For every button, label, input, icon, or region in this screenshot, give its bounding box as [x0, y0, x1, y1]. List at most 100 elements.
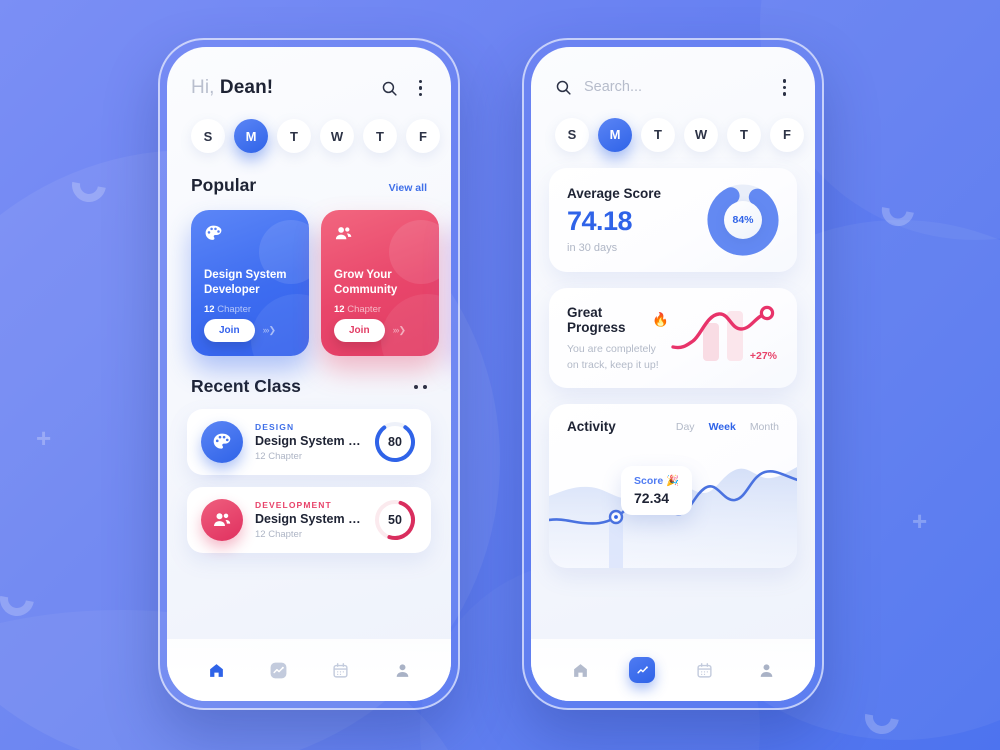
activity-title: Activity: [567, 419, 616, 435]
nav-profile-icon[interactable]: [753, 657, 779, 683]
chart-tooltip: Score 🎉 72.34: [621, 466, 693, 516]
greeting-prefix: Hi,: [191, 77, 215, 98]
activity-range-tabs: Day Week Month: [676, 421, 779, 433]
average-score-subtitle: in 30 days: [567, 241, 618, 254]
card-chapters: 12 Chapter: [334, 304, 426, 315]
great-progress-sparkline: +27%: [669, 303, 781, 362]
right-screen: Search... S M T W T F Average Score 74.1…: [531, 47, 815, 701]
average-score-value: 74.18: [567, 205, 633, 236]
left-bottom-nav: [167, 639, 451, 701]
join-button[interactable]: Join: [204, 319, 255, 342]
people-icon: [334, 224, 426, 248]
nav-profile-icon[interactable]: [389, 657, 415, 683]
progress-ring: 50: [373, 498, 417, 542]
header-actions: [381, 78, 428, 99]
greeting-name: Dean!: [219, 77, 274, 98]
day-chip-4[interactable]: T: [363, 119, 397, 153]
bg-plus-icon: +: [912, 506, 928, 536]
card-footer: Join ›››❯: [334, 319, 426, 342]
recent-class-chapters: 12 Chapter: [255, 451, 303, 462]
average-score-donut: 84%: [707, 184, 779, 256]
search-input[interactable]: Search...: [555, 79, 642, 96]
chart-highlight-dot-core: [614, 515, 618, 519]
chevrons-icon: ›››❯: [392, 325, 407, 335]
people-icon: [201, 499, 243, 541]
right-header: Search...: [531, 47, 815, 98]
nav-calendar-icon[interactable]: [327, 657, 353, 683]
card-chapters: 12 Chapter: [204, 304, 296, 315]
nav-chart-icon[interactable]: [629, 657, 655, 683]
phone-right: Search... S M T W T F Average Score 74.1…: [522, 38, 824, 710]
card-chapters-label: Chapter: [217, 304, 252, 316]
day-chip-2[interactable]: T: [277, 119, 311, 153]
day-chip-0[interactable]: S: [191, 119, 225, 153]
great-progress-description: You are completely on track, keep it up!: [567, 342, 659, 371]
great-progress-delta: +27%: [749, 349, 777, 362]
day-chip-1[interactable]: M: [598, 117, 632, 152]
more-horizontal-icon[interactable]: [414, 384, 427, 389]
right-day-selector: S M T W T F: [531, 98, 815, 152]
day-chip-1[interactable]: M: [234, 119, 268, 153]
tooltip-label: Score: [634, 474, 664, 487]
tooltip-value: 72.34: [634, 490, 670, 507]
search-placeholder: Search...: [584, 79, 643, 96]
more-vertical-icon[interactable]: [778, 77, 792, 98]
progress-ring: 80: [373, 420, 417, 464]
day-chip-3[interactable]: W: [684, 117, 718, 152]
tab-month[interactable]: Month: [750, 421, 779, 433]
nav-chart-icon[interactable]: [265, 657, 291, 683]
day-chip-2[interactable]: T: [641, 117, 675, 152]
card-title: Grow Your Community: [334, 269, 398, 297]
card-chapters-count: 12: [334, 304, 345, 316]
left-screen: Hi, Dean! S M T W T F Popular View all D…: [167, 47, 451, 701]
popular-title: Popular: [191, 175, 257, 195]
popular-card-1[interactable]: Grow Your Community 12 Chapter Join ›››❯: [321, 210, 439, 356]
day-chip-5[interactable]: F: [770, 117, 804, 152]
activity-chart[interactable]: Score 🎉 72.34: [549, 440, 797, 569]
tab-day[interactable]: Day: [676, 421, 695, 433]
recent-class-name: Design System Dev...: [255, 434, 361, 448]
recent-class-title: Recent Class: [191, 376, 301, 396]
nav-calendar-icon[interactable]: [691, 657, 717, 683]
great-progress-title: Great Progress 🔥: [567, 305, 669, 335]
right-bottom-nav: [531, 639, 815, 701]
popular-cards: Design System Developer 12 Chapter Join …: [167, 196, 451, 356]
great-progress-label: Great Progress: [567, 304, 626, 335]
day-chip-3[interactable]: W: [320, 119, 354, 153]
card-chapters-count: 12: [204, 304, 215, 316]
progress-value: 80: [388, 435, 402, 449]
recent-class-info: DEVELOPMENT Design System Dev... 12 Chap…: [255, 500, 361, 540]
palette-icon: [204, 224, 296, 248]
chevrons-icon: ›››❯: [262, 325, 277, 335]
palette-icon: [201, 421, 243, 463]
search-icon: [555, 79, 572, 96]
card-chapters-label: Chapter: [347, 304, 382, 316]
nav-home-icon[interactable]: [203, 657, 229, 683]
view-all-link[interactable]: View all: [389, 182, 427, 194]
more-vertical-icon[interactable]: [414, 78, 428, 99]
card-title: Design System Developer: [204, 269, 287, 297]
search-icon[interactable]: [381, 80, 398, 97]
great-progress-card[interactable]: Great Progress 🔥 You are completely on t…: [549, 287, 797, 389]
popular-card-0[interactable]: Design System Developer 12 Chapter Join …: [191, 210, 309, 356]
tooltip-label-row: Score 🎉: [634, 474, 679, 488]
average-score-title: Average Score: [567, 185, 662, 201]
recent-class-row-0[interactable]: DESIGN Design System Dev... 12 Chapter 8…: [187, 409, 431, 475]
tab-week[interactable]: Week: [709, 421, 736, 433]
activity-card: Activity Day Week Month Score 🎉 72.34: [549, 404, 797, 569]
background-decoration: + +: [0, 0, 1000, 750]
join-button[interactable]: Join: [334, 319, 385, 342]
recent-class-row-1[interactable]: DEVELOPMENT Design System Dev... 12 Chap…: [187, 487, 431, 553]
day-chip-0[interactable]: S: [555, 117, 589, 152]
day-chip-4[interactable]: T: [727, 117, 761, 152]
greeting: Hi, Dean!: [191, 77, 273, 99]
nav-home-icon[interactable]: [567, 657, 593, 683]
day-chip-5[interactable]: F: [406, 119, 440, 153]
great-progress-text: Great Progress 🔥 You are completely on t…: [567, 303, 669, 374]
recent-class-category: DEVELOPMENT: [255, 500, 332, 510]
bg-plus-icon: +: [36, 423, 52, 453]
card-footer: Join ›››❯: [204, 319, 296, 342]
average-score-card[interactable]: Average Score 74.18 in 30 days 84%: [549, 167, 797, 272]
average-score-text: Average Score 74.18 in 30 days: [567, 186, 707, 254]
recent-class-info: DESIGN Design System Dev... 12 Chapter: [255, 422, 361, 462]
